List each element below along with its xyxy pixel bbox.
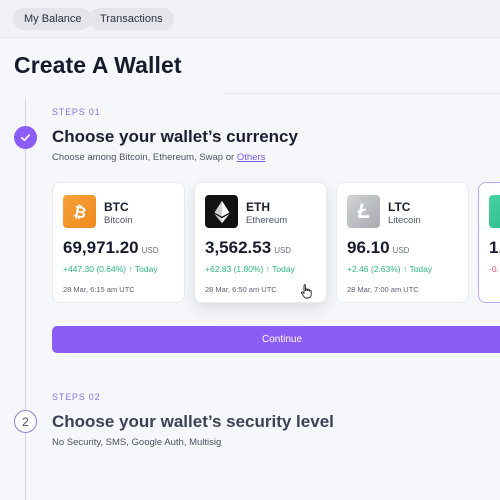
page-title: Create A Wallet — [14, 52, 182, 78]
step-2-heading: Choose your wallet’s security level — [52, 412, 334, 431]
step-2-label: STEPS 02 — [52, 392, 101, 402]
coin-timestamp: 28 Mar, 6:15 am UTC — [63, 285, 135, 294]
coin-timestamp: 28 Mar, 7:00 am UTC — [347, 285, 419, 294]
step-2-description: No Security, SMS, Google Auth, Multisig — [52, 437, 222, 448]
currency-card-btc[interactable]: ₿ BTC Bitcoin 69,971.20 USD +447.30 (0.64… — [52, 182, 185, 303]
coin-price-currency: USD — [274, 246, 292, 255]
ethereum-icon — [205, 195, 238, 228]
coin-price-currency: USD — [392, 246, 410, 255]
step-1-label: STEPS 01 — [52, 107, 101, 117]
step-1-description: Choose among Bitcoin, Ethereum, Swap or … — [52, 152, 265, 163]
divider — [222, 93, 500, 94]
checkmark-icon — [21, 134, 30, 142]
step-1-complete-indicator — [14, 126, 37, 149]
coin-change: +2.46 (2.63%) ↑ Today — [347, 264, 433, 274]
step-1-heading: Choose your wallet’s currency — [52, 127, 298, 146]
coin-icon — [489, 195, 500, 228]
steps-timeline-line — [25, 98, 26, 500]
coin-price-value: 69,971.20 — [63, 238, 139, 257]
coin-name: Bitcoin — [104, 215, 133, 226]
top-nav-bar: My Balance Transactions — [0, 0, 500, 38]
coin-symbol: LTC — [388, 200, 411, 214]
coin-change: +62.83 (1.80%) ↑ Today — [205, 264, 295, 274]
coin-symbol: BTC — [104, 200, 129, 214]
others-link[interactable]: Others — [237, 152, 266, 163]
coin-price: 69,971.20 USD — [63, 238, 159, 258]
continue-button[interactable]: Continue — [52, 326, 500, 353]
hand-pointer-icon — [301, 284, 312, 299]
coin-price-value: 1. — [489, 238, 500, 257]
currency-card-ltc[interactable]: LTC Litecoin 96.10 USD +2.46 (2.63%) ↑ To… — [336, 182, 469, 303]
svg-text:₿: ₿ — [71, 202, 87, 222]
coin-price-currency: USD — [141, 246, 159, 255]
coin-change: +447.30 (0.64%) ↑ Today — [63, 264, 158, 274]
coin-name: Ethereum — [246, 215, 288, 226]
coin-price-value: 3,562.53 — [205, 238, 272, 257]
coin-timestamp: 28 Mar, 6:50 am UTC — [205, 285, 277, 294]
coin-price-value: 96.10 — [347, 238, 390, 257]
step-2-indicator: 2 — [14, 410, 37, 433]
step-1-description-text: Choose among Bitcoin, Ethereum, Swap or — [52, 152, 237, 163]
litecoin-icon — [347, 195, 380, 228]
tab-my-balance[interactable]: My Balance — [13, 8, 93, 30]
coin-symbol: ETH — [246, 200, 270, 214]
bitcoin-icon: ₿ — [63, 195, 96, 228]
coin-change: -0. — [489, 264, 499, 274]
currency-card-partial[interactable]: 1. -0. — [478, 182, 500, 303]
tab-transactions[interactable]: Transactions — [89, 8, 174, 30]
coin-price: 96.10 USD — [347, 238, 409, 258]
coin-price: 3,562.53 USD — [205, 238, 291, 258]
coin-name: Litecoin — [388, 215, 421, 226]
